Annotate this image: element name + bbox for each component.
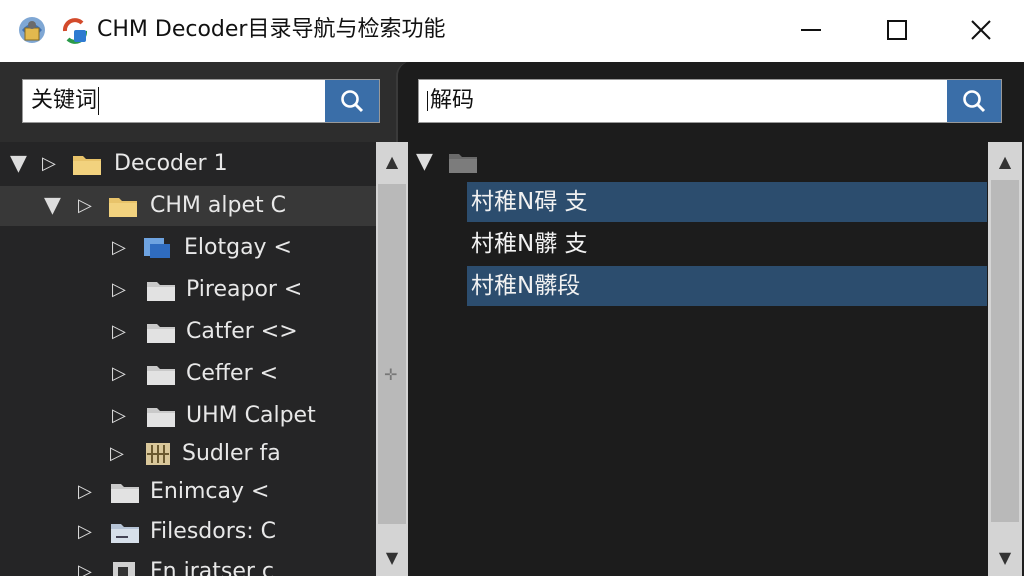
tree-item-pireapor[interactable]: ▷ Pireapor <: [0, 270, 376, 310]
search-results-panel[interactable]: ▼ 村稚N碍 支 村稚N髒 支 村稚N髒段: [410, 142, 988, 576]
tree-item-label: Decoder 1: [114, 151, 228, 176]
left-search-area: 关键词: [0, 62, 406, 142]
folder-icon: [147, 408, 175, 427]
tree-item-filesdors[interactable]: ▷ Filesdors: C: [0, 512, 376, 552]
scroll-up-arrow-icon[interactable]: ▲: [989, 146, 1021, 176]
tree-item-label: Fn iratser c: [150, 559, 274, 576]
result-item[interactable]: 村稚N髒 支: [467, 224, 987, 264]
scroll-down-arrow-icon[interactable]: ▼: [989, 542, 1021, 572]
folder-icon: [109, 198, 137, 217]
chevron-right-icon[interactable]: ▷: [42, 144, 56, 184]
splitter-handle-icon[interactable]: ✛: [384, 365, 397, 384]
refresh-doc-icon: [62, 18, 88, 44]
minimize-icon: [801, 29, 821, 31]
tree-item-enimcay[interactable]: ▷ Enimcay <: [0, 472, 376, 512]
content-search-field[interactable]: 解码: [418, 79, 1002, 123]
folder-icon: [113, 562, 135, 576]
expand-arrow-icon[interactable]: ▼: [10, 144, 27, 184]
tree-item-label: Ceffer <: [186, 361, 279, 386]
result-item-text: 村稚N髒段: [471, 273, 581, 299]
text-caret: [98, 87, 100, 115]
maximize-button[interactable]: [874, 10, 920, 50]
tree-item-label: UHM Calpet: [186, 403, 316, 428]
folder-icon: [111, 484, 139, 503]
chevron-right-icon[interactable]: ▷: [78, 186, 92, 226]
results-scrollbar[interactable]: ▲ ▼: [988, 142, 1022, 576]
tree-scrollbar-thumb[interactable]: [378, 184, 406, 524]
tree-item-chm-alpet[interactable]: ▼ ▷ CHM alpet C: [0, 186, 376, 226]
folder-icon: [147, 366, 175, 385]
tree-item-fn-iratser[interactable]: ▷ Fn iratser c: [0, 552, 376, 576]
keyword-search-value: 关键词: [31, 80, 100, 122]
result-item-text: 村稚N碍 支: [471, 189, 588, 215]
folder-icon: [147, 282, 175, 301]
result-item[interactable]: 村稚N髒段: [467, 266, 987, 306]
scroll-down-arrow-icon[interactable]: ▼: [376, 542, 408, 572]
chevron-right-icon[interactable]: ▷: [112, 396, 126, 436]
tree-item-uhm-calpet[interactable]: ▷ UHM Calpet: [0, 396, 376, 436]
maximize-icon: [887, 20, 907, 40]
content-search-button[interactable]: [947, 80, 1001, 122]
keyword-search-text: 关键词: [31, 88, 98, 113]
text-caret: [427, 91, 428, 111]
tree-item-sudler-fa[interactable]: ▷ Sudler fa: [0, 434, 376, 474]
chevron-right-icon[interactable]: ▷: [78, 552, 92, 576]
content-search-value: 解码: [427, 80, 474, 122]
chevron-right-icon[interactable]: ▷: [112, 270, 126, 310]
chevron-right-icon[interactable]: ▷: [110, 434, 124, 474]
tree-item-label: CHM alpet C: [150, 193, 286, 218]
tree-item-label: Catfer <>: [186, 319, 298, 344]
tree-item-ceffer[interactable]: ▷ Ceffer <: [0, 354, 376, 394]
tree-item-label: Pireapor <: [186, 277, 303, 302]
chevron-right-icon[interactable]: ▷: [112, 354, 126, 394]
expand-arrow-icon[interactable]: ▼: [416, 142, 433, 182]
search-icon: [963, 90, 986, 113]
chevron-right-icon[interactable]: ▷: [78, 472, 92, 512]
result-item-text: 村稚N髒 支: [471, 231, 588, 257]
directory-tree[interactable]: ▼ ▷ Decoder 1 ▼ ▷ CHM alpet C ▷ Elotgay …: [0, 142, 376, 576]
tree-item-label: Filesdors: C: [150, 519, 276, 544]
content-search-text: 解码: [430, 88, 475, 113]
close-button[interactable]: [958, 10, 1004, 50]
right-search-area: 解码: [396, 62, 1024, 142]
close-icon: [971, 20, 991, 40]
scroll-up-arrow-icon[interactable]: ▲: [376, 146, 408, 176]
minimize-button[interactable]: [788, 10, 834, 50]
keyword-search-button[interactable]: [325, 80, 379, 122]
chevron-right-icon[interactable]: ▷: [78, 512, 92, 552]
expand-arrow-icon[interactable]: ▼: [44, 186, 61, 226]
folder-icon: [147, 324, 175, 343]
chevron-right-icon[interactable]: ▷: [112, 228, 126, 268]
search-icon: [341, 90, 364, 113]
folder-icon: [111, 524, 139, 543]
window-title: CHM Decoder目录导航与检索功能: [97, 17, 446, 42]
result-item[interactable]: 村稚N碍 支: [467, 182, 987, 222]
tree-scrollbar[interactable]: ▲ ▼: [376, 142, 408, 576]
tree-item-label: Elotgay <: [184, 235, 292, 260]
tree-item-catfer[interactable]: ▷ Catfer <>: [0, 312, 376, 352]
results-scrollbar-thumb[interactable]: [991, 180, 1019, 522]
tree-item-decoder-1[interactable]: ▼ ▷ Decoder 1: [0, 144, 376, 184]
tree-item-elotgay[interactable]: ▷ Elotgay <: [0, 228, 376, 268]
app-icon: [19, 17, 45, 43]
page-icon: [144, 238, 170, 258]
keyword-search-field[interactable]: 关键词: [22, 79, 380, 123]
tree-item-label: Sudler fa: [182, 441, 281, 466]
folder-icon: [73, 156, 101, 175]
title-bar: CHM Decoder目录导航与检索功能: [0, 0, 1024, 62]
chevron-right-icon[interactable]: ▷: [112, 312, 126, 352]
archive-icon: [146, 443, 170, 465]
folder-icon: [449, 154, 477, 173]
tree-item-label: Enimcay <: [150, 479, 270, 504]
